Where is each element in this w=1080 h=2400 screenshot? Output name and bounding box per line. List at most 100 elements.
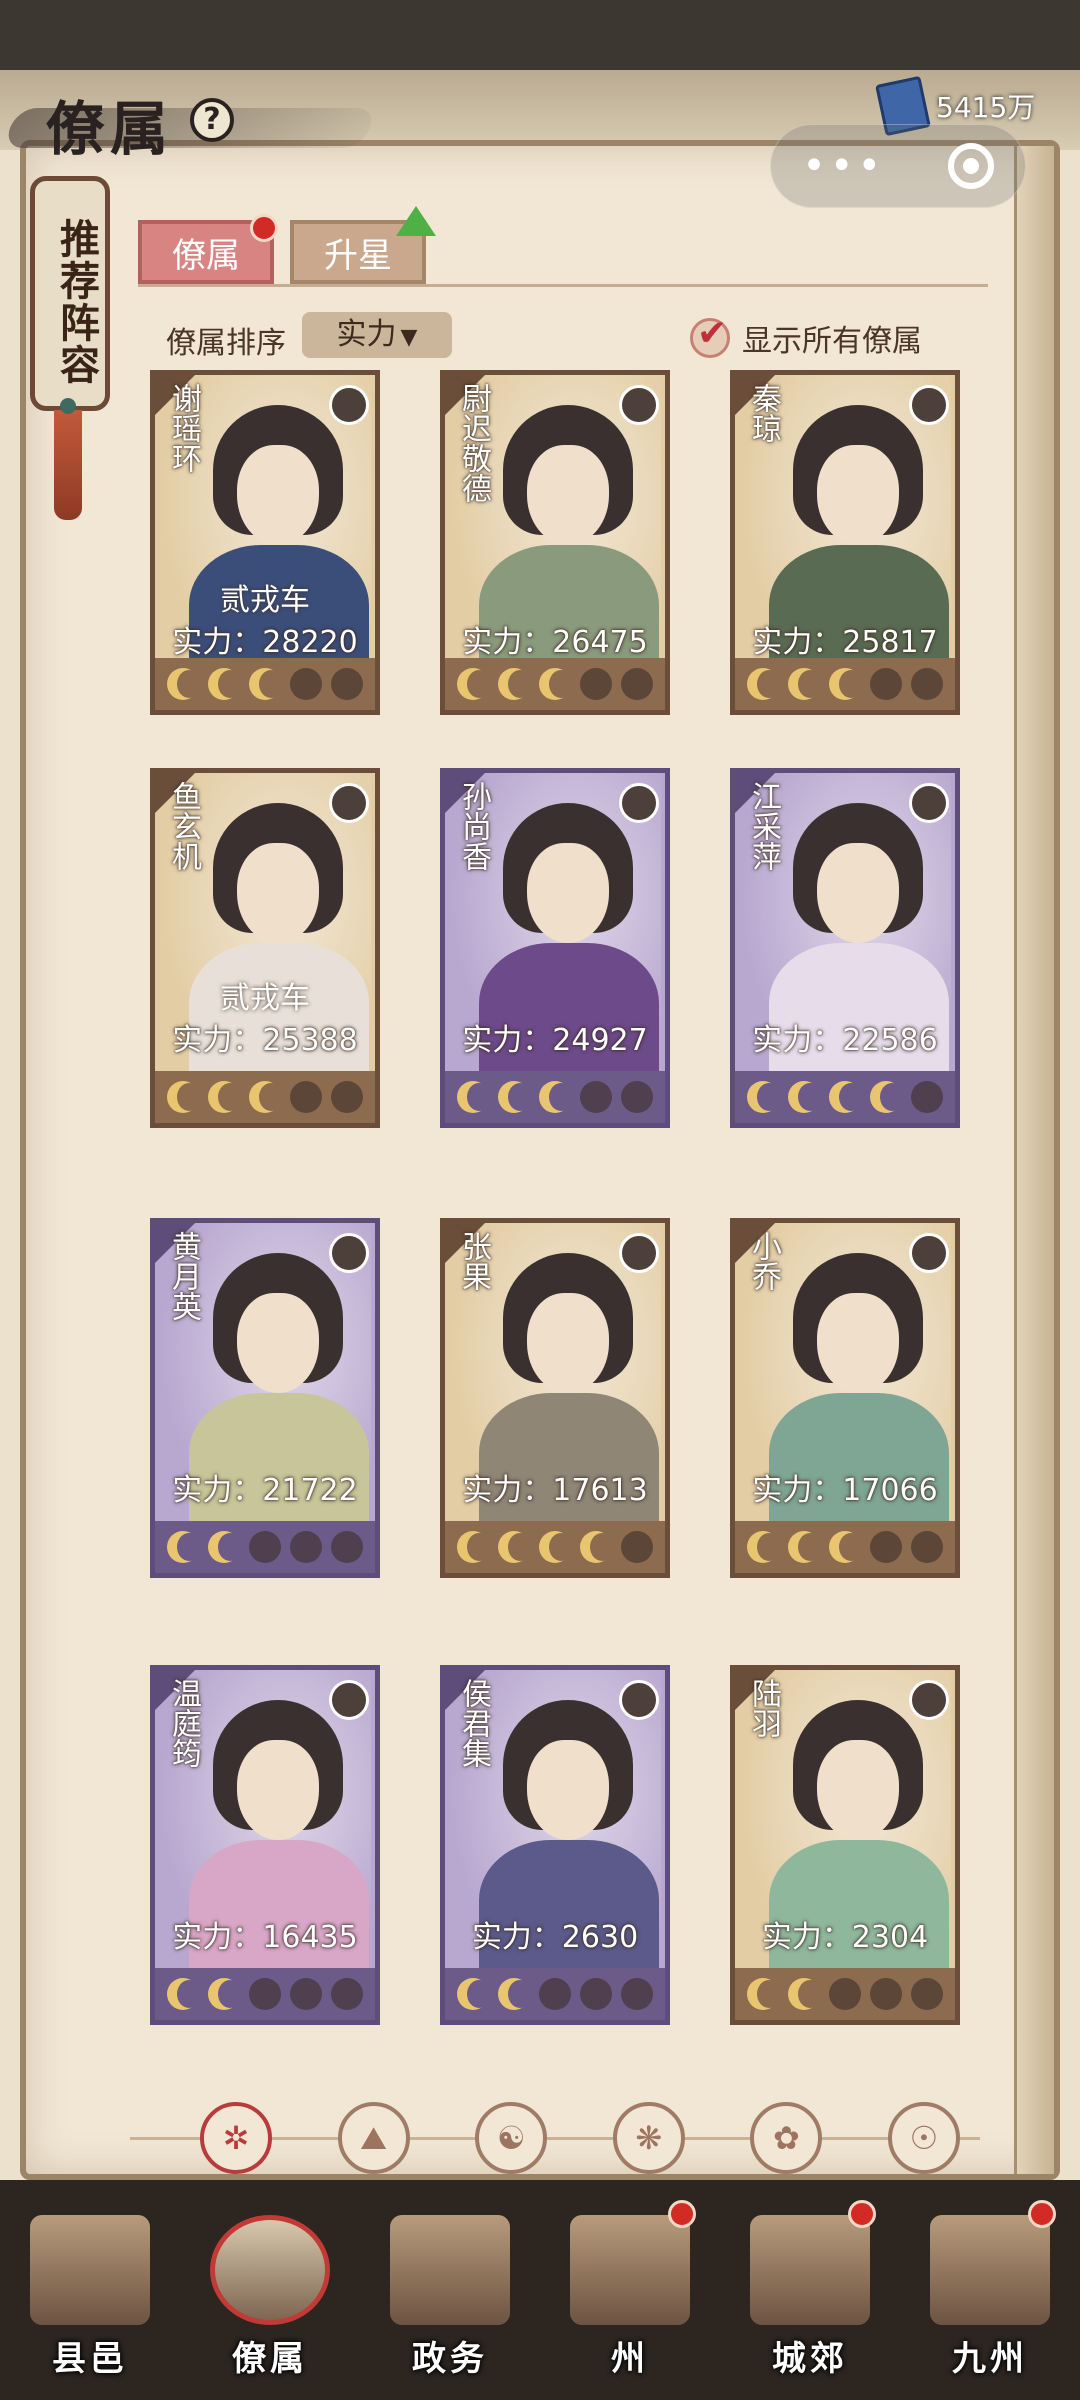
moon-star-lit-icon: [167, 1531, 202, 1563]
moon-star-empty-icon: [289, 1081, 322, 1113]
retainer-name: 温庭筠: [166, 1678, 201, 1768]
retainer-card[interactable]: 江采萍 实力：22586: [730, 768, 960, 1128]
moon-star-empty-icon: [869, 1978, 902, 2010]
star-row: [445, 1968, 665, 2020]
moon-star-lit-icon: [747, 1531, 782, 1563]
nav-item[interactable]: 僚属: [190, 2190, 350, 2380]
moon-star-empty-icon: [869, 668, 902, 700]
retainer-card[interactable]: 孙尚香 实力：24927: [440, 768, 670, 1128]
companion-avatar-icon: [329, 783, 369, 823]
moon-star-lit-icon: [788, 1081, 823, 1113]
nav-label: 城郊: [772, 2339, 848, 2379]
companion-avatar-icon: [909, 385, 949, 425]
sort-dropdown[interactable]: 实力 ▼: [302, 312, 452, 358]
help-icon[interactable]: ?: [190, 98, 234, 142]
retainer-card[interactable]: 尉迟敬德实力：26475: [440, 370, 670, 715]
moon-star-empty-icon: [330, 1081, 363, 1113]
nav-label: 九州: [952, 2339, 1028, 2379]
moon-star-lit-icon: [498, 1081, 533, 1113]
nav-item[interactable]: 政务: [370, 2190, 530, 2380]
tassel-decoration: [54, 398, 82, 520]
close-target-icon[interactable]: [947, 143, 994, 189]
moon-star-empty-icon: [289, 668, 322, 700]
companion-avatar-icon: [619, 385, 659, 425]
retainer-name: 孙尚香: [456, 781, 491, 871]
nav-item[interactable]: 州: [550, 2190, 710, 2380]
retainer-card[interactable]: 侯君集 实力：2630: [440, 1665, 670, 2025]
sort-label: 僚属排序: [166, 326, 286, 361]
mountain-filter-icon[interactable]: ⛰: [337, 2102, 410, 2174]
star-row: [445, 1521, 665, 1573]
all-filter-icon[interactable]: ✲: [200, 2102, 272, 2174]
retainer-power: 实力：21722: [172, 1473, 358, 1508]
star-row: [155, 658, 375, 710]
retainer-card[interactable]: 温庭筠 实力：16435: [150, 1665, 380, 2025]
class-filter-row: ✲ ⛰ ☯ ❋ ✿ ☉: [200, 2102, 960, 2174]
moon-star-empty-icon: [620, 1531, 653, 1563]
retainer-card[interactable]: 小乔 实力：17066: [730, 1218, 960, 1578]
retainer-name: 谢瑶环: [166, 383, 201, 473]
companion-avatar-icon: [329, 1233, 369, 1273]
star-row: [155, 1071, 375, 1123]
moon-star-lit-icon: [248, 1081, 283, 1113]
retainer-power: 实力：26475: [462, 625, 648, 660]
moon-star-lit-icon: [167, 1081, 202, 1113]
retainer-power: 实力：2304: [761, 1920, 929, 1955]
retainer-card[interactable]: 谢瑶环 贰戎车 实力：28220: [150, 370, 380, 715]
mask-filter-icon[interactable]: ☉: [887, 2102, 960, 2174]
moon-star-lit-icon: [788, 668, 823, 700]
retainer-card[interactable]: 秦琼 实力：25817: [730, 370, 960, 715]
tab-divider: [138, 284, 988, 287]
star-row: [735, 1521, 955, 1573]
companion-avatar-icon: [909, 1680, 949, 1720]
moon-star-empty-icon: [330, 1978, 363, 2010]
moon-star-lit-icon: [457, 1978, 492, 2010]
moon-star-lit-icon: [747, 1978, 782, 2010]
retainer-card[interactable]: 黄月英 实力：21722: [150, 1218, 380, 1578]
nav-item[interactable]: 城郊: [730, 2190, 890, 2380]
sort-selected-value: 实力: [336, 317, 397, 352]
moon-star-empty-icon: [869, 1531, 902, 1563]
retainer-card[interactable]: 鱼玄机 贰戎车 实力：25388: [150, 768, 380, 1128]
companion-avatar-icon: [619, 783, 659, 823]
moon-star-lit-icon: [248, 668, 283, 700]
retainer-card[interactable]: 陆羽实力：2304: [730, 1665, 960, 2025]
moon-star-lit-icon: [747, 1081, 782, 1113]
recommend-lineup-button[interactable]: 推荐阵容: [30, 176, 110, 411]
retainer-name: 张果: [456, 1231, 491, 1291]
star-row: [155, 1521, 375, 1573]
page-title: 僚属: [46, 95, 175, 163]
retainer-name: 陆羽: [746, 1678, 781, 1738]
moon-star-empty-icon: [579, 668, 612, 700]
moon-star-lit-icon: [498, 1978, 533, 2010]
fan-filter-icon[interactable]: ❋: [612, 2102, 685, 2174]
more-dots-icon[interactable]: •••: [802, 143, 885, 189]
show-all-toggle[interactable]: 显示所有僚属: [690, 313, 922, 360]
moon-star-lit-icon: [208, 668, 243, 700]
show-all-checkbox[interactable]: [690, 313, 730, 358]
nav-item[interactable]: 九州: [910, 2190, 1070, 2380]
moon-star-empty-icon: [579, 1081, 612, 1113]
red-dot-badge: [1028, 2200, 1056, 2228]
retainer-name: 尉迟敬德: [456, 383, 491, 503]
nav-label: 政务: [412, 2339, 488, 2379]
green-arrow-up-icon: [396, 206, 436, 236]
moon-star-lit-icon: [457, 1081, 492, 1113]
moon-star-empty-icon: [538, 1978, 571, 2010]
moon-star-lit-icon: [828, 668, 863, 700]
nav-item[interactable]: 县邑: [10, 2190, 170, 2380]
lion-filter-icon[interactable]: ✿: [750, 2102, 823, 2174]
star-row: [445, 658, 665, 710]
moon-star-empty-icon: [910, 668, 943, 700]
cat-filter-icon[interactable]: ☯: [475, 2102, 548, 2174]
moon-star-lit-icon: [457, 668, 492, 700]
retainer-power: 实力：22586: [752, 1023, 938, 1058]
moon-star-lit-icon: [498, 1531, 533, 1563]
moon-star-empty-icon: [289, 1978, 322, 2010]
nav-building-icon: [30, 2215, 150, 2325]
retainer-name: 秦琼: [746, 383, 781, 443]
nav-building-icon: [930, 2215, 1050, 2325]
companion-avatar-icon: [619, 1233, 659, 1273]
retainer-card[interactable]: 张果 实力：17613: [440, 1218, 670, 1578]
star-row: [735, 1071, 955, 1123]
